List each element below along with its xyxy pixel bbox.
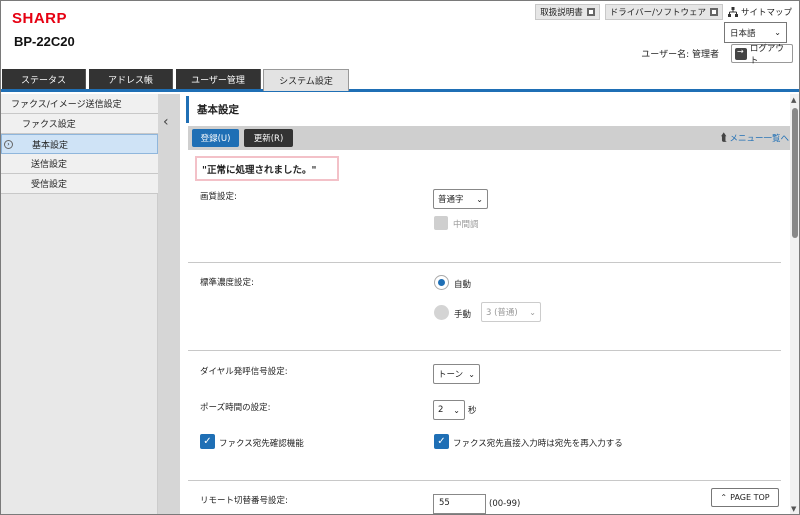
section-divider <box>188 480 781 481</box>
page-top-label: PAGE TOP <box>730 493 770 502</box>
quality-value: 普通字 <box>438 195 464 205</box>
fax-destination-confirm-checkbox[interactable]: ✓ <box>200 434 215 449</box>
top-links: 取扱説明書 ドライバー/ソフトウェア サイトマップ <box>535 4 792 20</box>
manual-link-label: 取扱説明書 <box>540 8 583 18</box>
save-button[interactable]: 登録(U) <box>192 129 239 147</box>
scroll-up-icon[interactable]: ▲ <box>791 96 796 104</box>
chevron-down-icon: ⌄ <box>468 369 475 379</box>
sidebar: ファクス/イメージ送信設定 ファクス設定 › 基本設定 送信設定 受信設定 <box>1 94 158 514</box>
sidebar-item-label: ファクス/イメージ送信設定 <box>11 100 122 110</box>
sidebar-item-fax-settings[interactable]: ファクス設定 <box>1 114 158 134</box>
browser-frame: SHARP BP-22C20 取扱説明書 ドライバー/ソフトウェア サイトマップ… <box>0 0 800 515</box>
scroll-down-icon[interactable]: ▼ <box>791 505 796 513</box>
dial-signal-value: トーン <box>438 370 464 380</box>
fax-reenter-label: ファクス宛先直接入力時は宛先を再入力する <box>453 439 623 449</box>
remote-switch-range: (00-99) <box>489 499 521 509</box>
density-manual-radio[interactable] <box>434 305 449 320</box>
language-value: 日本語 <box>730 28 756 39</box>
halftone-label: 中間調 <box>453 220 479 230</box>
sidebar-item-fax-image-send[interactable]: ファクス/イメージ送信設定 <box>1 94 158 114</box>
dial-signal-label: ダイヤル発呼信号設定: <box>200 367 288 377</box>
density-level-select[interactable]: 3 (普通) ⌄ <box>481 302 541 322</box>
sidebar-collapse-bar <box>158 94 180 514</box>
chevron-right-icon: › <box>4 140 13 149</box>
chevron-down-icon: ⌄ <box>774 28 781 37</box>
halftone-checkbox[interactable] <box>434 216 448 230</box>
pause-unit: 秒 <box>468 406 477 416</box>
quality-select[interactable]: 普通字 ⌄ <box>433 189 488 209</box>
dial-signal-select[interactable]: トーン ⌄ <box>433 364 480 384</box>
main-content: 基本設定 登録(U) 更新(R) ⮬ メニュー一覧へ "正常に処理されました。"… <box>181 94 799 514</box>
sitemap-label: サイトマップ <box>740 8 792 18</box>
tab-status[interactable]: ステータス <box>2 69 86 89</box>
sidebar-item-receive-settings[interactable]: 受信設定 <box>1 174 158 194</box>
manual-link[interactable]: 取扱説明書 <box>535 4 600 20</box>
tab-label: アドレス帳 <box>107 75 153 86</box>
section-divider <box>188 350 781 351</box>
tab-label: システム設定 <box>279 77 333 87</box>
scrollbar-thumb[interactable] <box>792 108 798 238</box>
tab-address-book[interactable]: アドレス帳 <box>89 69 173 89</box>
tab-system-settings[interactable]: システム設定 <box>263 69 349 91</box>
model-name: BP-22C20 <box>14 34 75 49</box>
chevron-down-icon: ⌄ <box>529 307 536 317</box>
fax-destination-confirm-label: ファクス宛先確認機能 <box>219 439 304 449</box>
update-button[interactable]: 更新(R) <box>244 129 293 147</box>
pause-time-value: 2 <box>438 405 444 415</box>
external-link-icon <box>586 8 595 16</box>
vertical-scrollbar[interactable]: ▲ ▼ <box>790 94 799 514</box>
language-select[interactable]: 日本語 ⌄ <box>724 22 787 43</box>
sidebar-item-label: 受信設定 <box>31 180 68 190</box>
remote-switch-input[interactable]: 55 <box>433 494 486 514</box>
sitemap-link[interactable]: サイトマップ <box>727 6 792 18</box>
tab-user-management[interactable]: ユーザー管理 <box>176 69 261 89</box>
menu-list-link[interactable]: ⮬ メニュー一覧へ <box>721 131 789 145</box>
page-top-button[interactable]: ⌃ PAGE TOP <box>711 488 779 507</box>
sidebar-item-basic-settings[interactable]: › 基本設定 <box>1 134 158 154</box>
sidebar-item-label: ファクス設定 <box>22 120 76 130</box>
density-level-value: 3 (普通) <box>486 308 518 318</box>
collapse-sidebar-icon[interactable]: ‹ <box>163 114 169 130</box>
tab-label: ステータス <box>20 75 66 86</box>
density-manual-label: 手動 <box>454 310 472 320</box>
page-title: 基本設定 <box>186 96 789 123</box>
sidebar-item-send-settings[interactable]: 送信設定 <box>1 154 158 174</box>
pause-time-label: ポーズ時間の設定: <box>200 403 271 413</box>
return-arrow-icon: ⮬ <box>720 131 728 144</box>
sidebar-item-label: 基本設定 <box>32 140 69 151</box>
logout-button[interactable]: ログアウト <box>731 43 793 66</box>
chevron-down-icon: ⌄ <box>453 405 460 415</box>
logout-icon <box>735 47 747 60</box>
success-message: "正常に処理されました。" <box>195 156 339 181</box>
external-link-icon <box>709 8 718 16</box>
pause-time-select[interactable]: 2 ⌄ <box>433 400 465 420</box>
driver-link[interactable]: ドライバー/ソフトウェア <box>604 4 723 20</box>
quality-label: 画質設定: <box>200 192 237 202</box>
chevron-up-icon: ⌃ <box>720 493 728 502</box>
tab-label: ユーザー管理 <box>191 75 245 86</box>
fax-reenter-checkbox[interactable]: ✓ <box>434 434 449 449</box>
density-auto-radio[interactable] <box>434 275 449 290</box>
density-auto-label: 自動 <box>454 280 472 290</box>
chevron-down-icon: ⌄ <box>476 194 483 204</box>
action-bar: 登録(U) 更新(R) ⮬ メニュー一覧へ <box>188 126 791 150</box>
user-name: ユーザー名: 管理者 <box>641 50 719 60</box>
driver-link-label: ドライバー/ソフトウェア <box>609 8 706 18</box>
main-tabs: ステータス アドレス帳 ユーザー管理 システム設定 <box>1 69 799 92</box>
section-divider <box>188 262 781 263</box>
sharp-logo: SHARP <box>12 10 68 27</box>
logout-label: ログアウト <box>749 43 784 66</box>
sidebar-item-label: 送信設定 <box>31 160 68 170</box>
remote-switch-label: リモート切替番号設定: <box>200 496 288 506</box>
menu-list-label: メニュー一覧へ <box>729 134 789 144</box>
sitemap-icon <box>727 7 738 17</box>
density-label: 標準濃度設定: <box>200 278 254 288</box>
